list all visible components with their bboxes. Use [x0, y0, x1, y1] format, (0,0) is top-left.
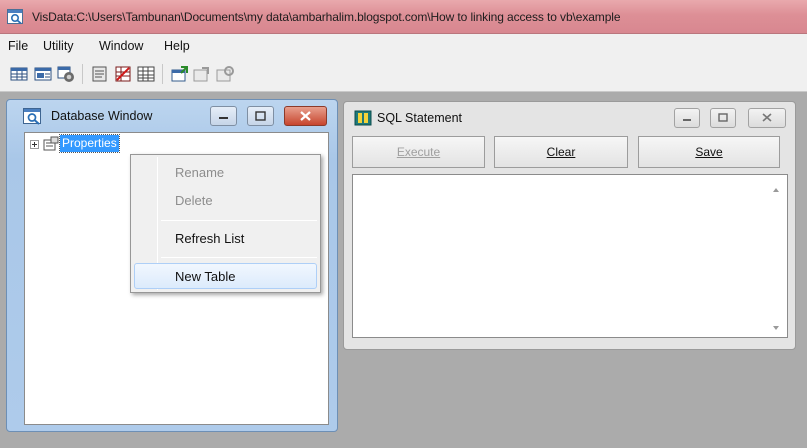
menu-bar: File Utility Window Help [0, 34, 807, 58]
toolbar [0, 58, 807, 92]
visdata-app-icon[interactable] [7, 9, 24, 25]
sql-text-editor[interactable] [352, 174, 788, 338]
sql-window-icon [354, 110, 374, 127]
scroll-down-arrow-icon[interactable] [772, 321, 780, 330]
app-title-bar[interactable]: VisData:C:\Users\Tambunan\Documents\my d… [0, 0, 807, 34]
menu-item-rename[interactable]: Rename [175, 165, 224, 180]
table-type-icon[interactable] [9, 64, 29, 84]
toolbar-separator [82, 64, 83, 84]
data-control-icon[interactable] [90, 64, 110, 84]
menu-item-delete[interactable]: Delete [175, 193, 213, 208]
properties-icon [43, 136, 59, 152]
expand-plus-icon[interactable] [30, 140, 39, 149]
minimize-button[interactable] [674, 108, 700, 128]
dynaset-type-icon[interactable] [33, 64, 53, 84]
database-window-icon [23, 108, 43, 125]
maximize-button[interactable] [710, 108, 736, 128]
scroll-up-arrow-icon[interactable] [772, 183, 780, 192]
context-menu: Rename Delete Refresh List New Table [130, 154, 321, 293]
minimize-button[interactable] [210, 106, 237, 126]
menu-separator [161, 257, 317, 258]
menu-file[interactable]: File [8, 39, 28, 53]
mdi-client-area: Database Window Properties SQL Statement… [0, 92, 807, 448]
maximize-button[interactable] [247, 106, 274, 126]
window-title: VisData:C:\Users\Tambunan\Documents\my d… [32, 10, 621, 24]
menu-item-refresh-list[interactable]: Refresh List [175, 231, 244, 246]
menu-utility[interactable]: Utility [43, 39, 74, 53]
snapshot-type-icon[interactable] [56, 64, 76, 84]
commit-icon[interactable] [192, 64, 212, 84]
clear-button-label: Clear [546, 145, 576, 159]
sql-window-title: SQL Statement [377, 111, 462, 125]
dbgrid-icon[interactable] [113, 64, 133, 84]
execute-button-label: Execute [396, 145, 441, 159]
database-window-title: Database Window [51, 109, 153, 123]
rollback-icon[interactable] [215, 64, 235, 84]
grid-icon[interactable] [136, 64, 156, 84]
sql-statement-window[interactable]: SQL Statement Execute Clear Save [343, 101, 796, 350]
save-button-label: Save [695, 145, 723, 159]
execute-button[interactable]: Execute [352, 136, 485, 168]
begin-transaction-icon[interactable] [170, 64, 190, 84]
clear-button[interactable]: Clear [494, 136, 628, 168]
toolbar-separator [162, 64, 163, 84]
menu-window[interactable]: Window [99, 39, 143, 53]
menu-separator [161, 220, 317, 221]
save-button[interactable]: Save [638, 136, 780, 168]
tree-item-properties[interactable]: Properties [59, 134, 120, 153]
close-button[interactable] [748, 108, 786, 128]
close-button[interactable] [284, 106, 327, 126]
menu-item-new-table[interactable]: New Table [175, 269, 235, 284]
menu-help[interactable]: Help [164, 39, 190, 53]
